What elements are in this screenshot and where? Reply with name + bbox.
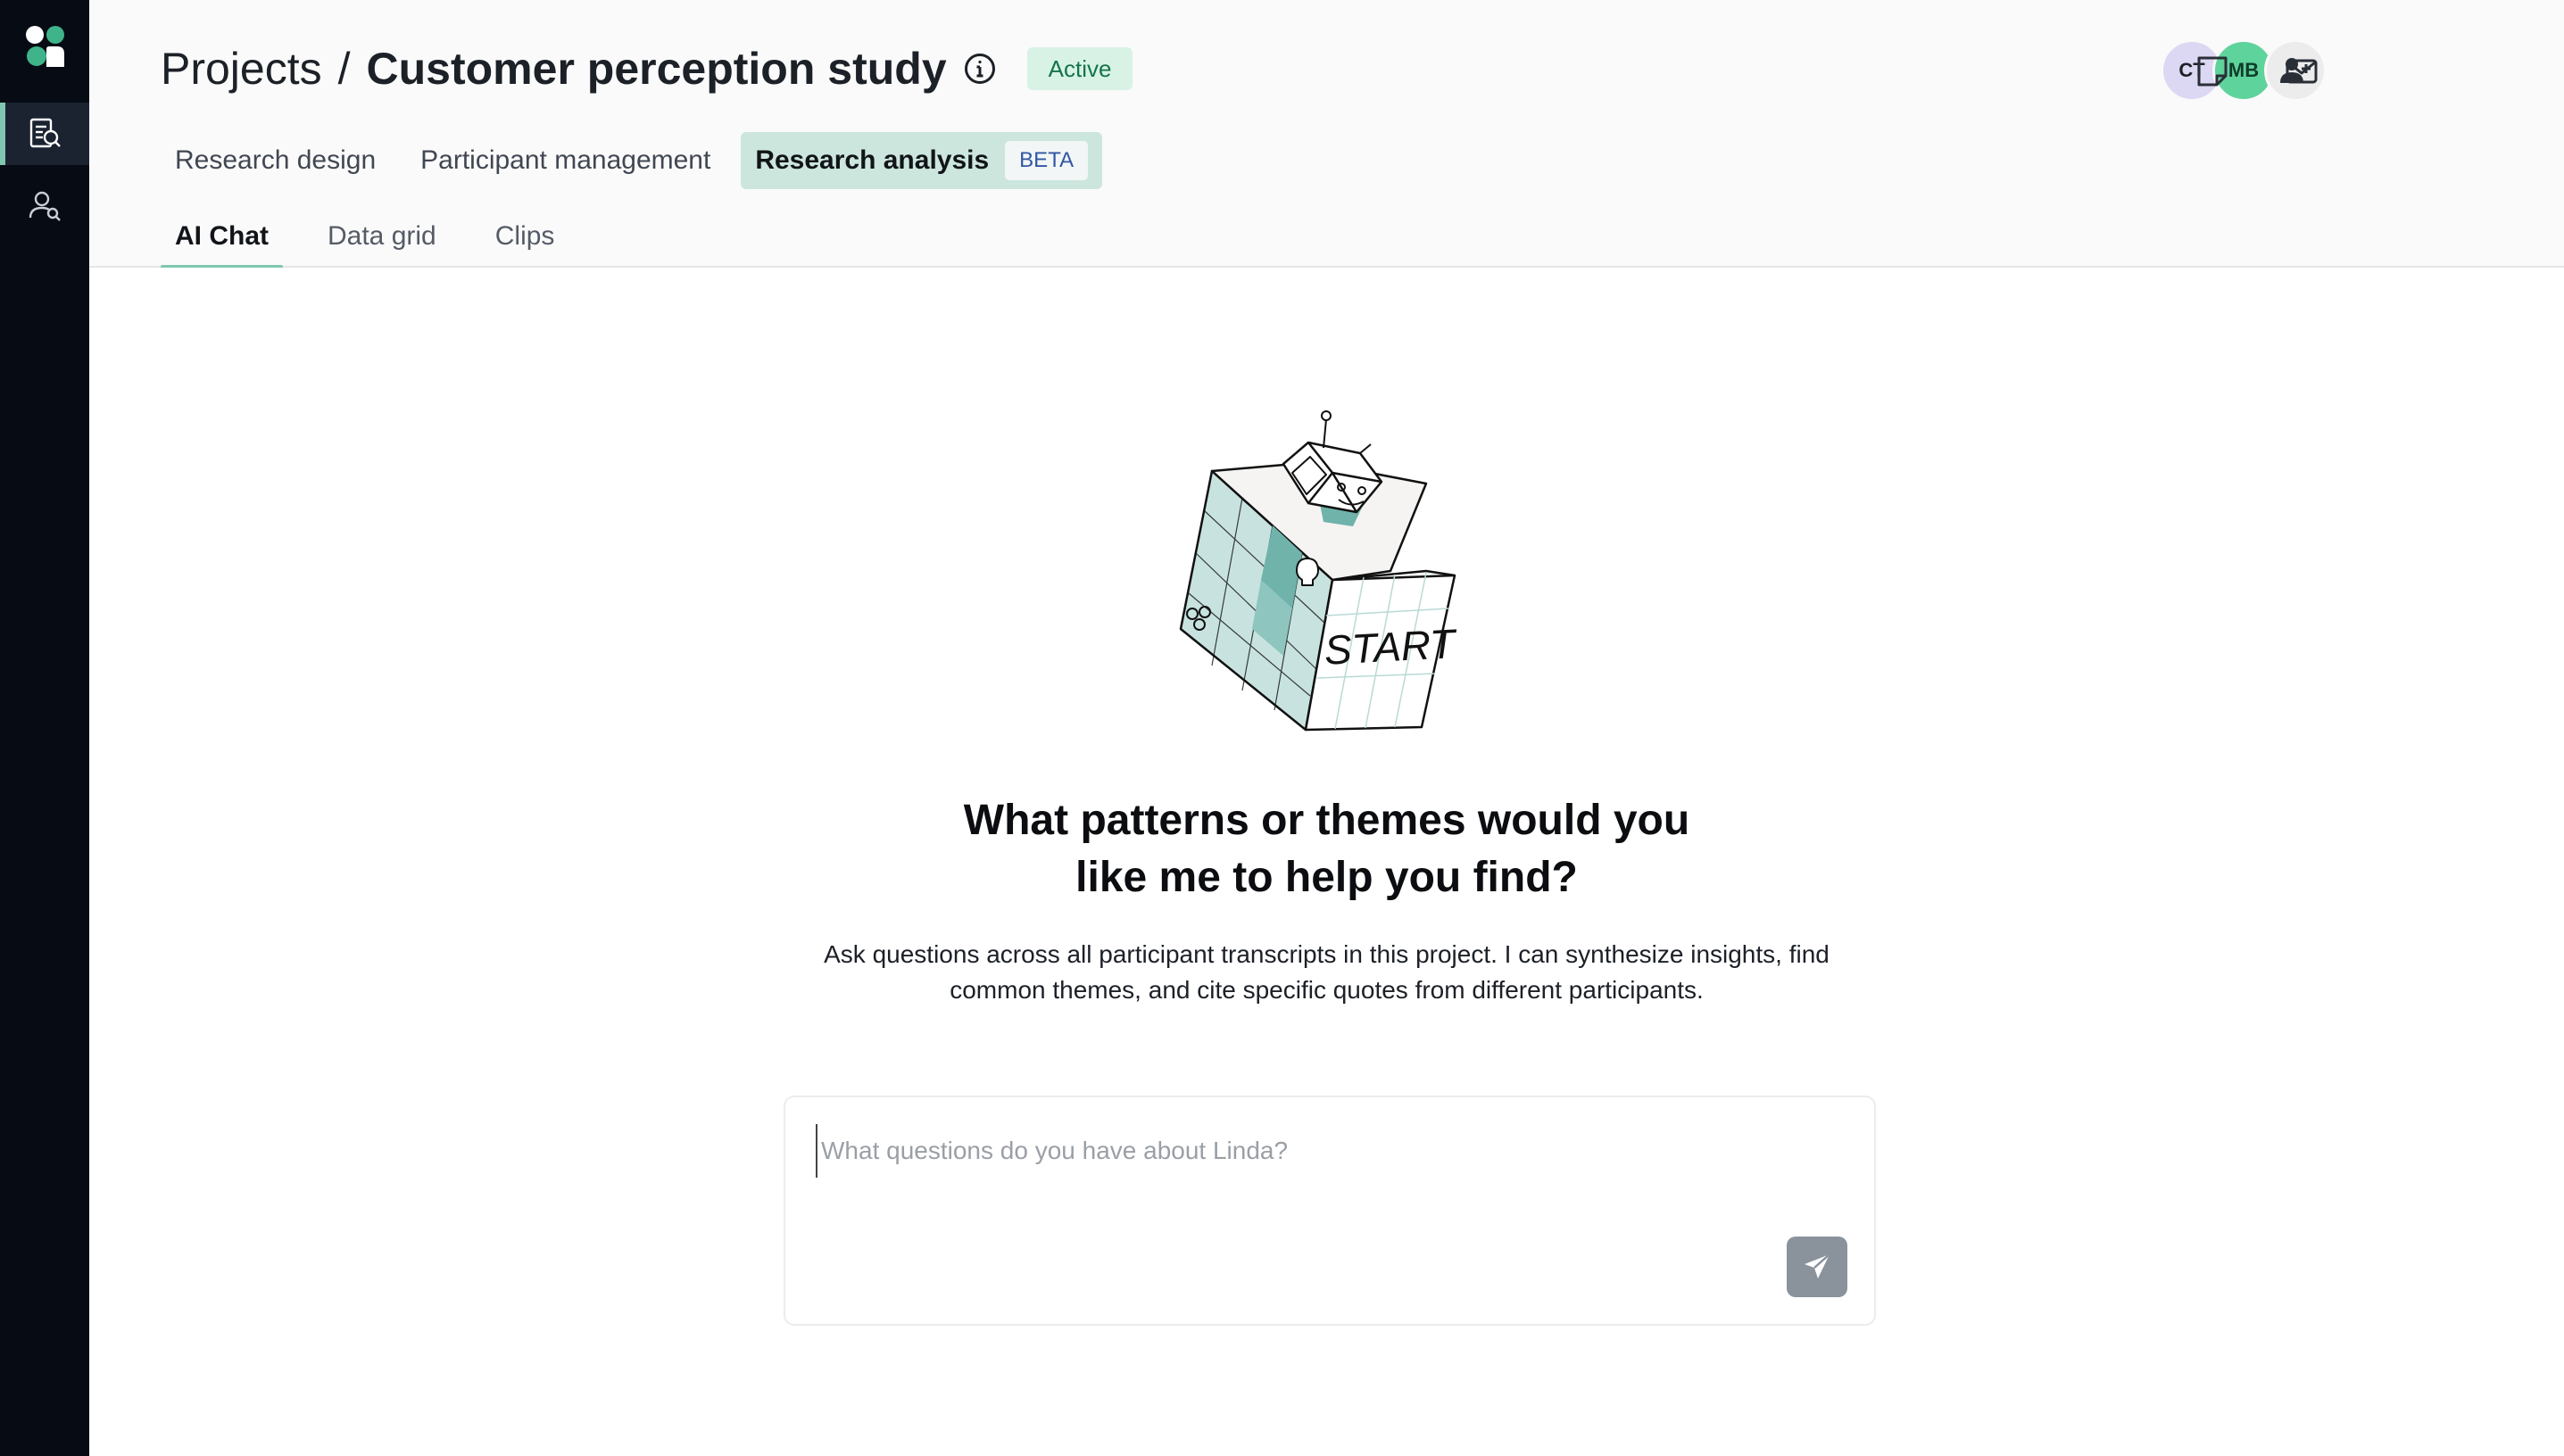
left-rail (0, 0, 89, 1456)
chat-empty-description: Ask questions across all participant tra… (89, 937, 2564, 1008)
chat-input[interactable] (816, 1124, 1762, 1178)
breadcrumb-projects-link[interactable]: Projects (161, 43, 322, 95)
chat-description-line: common themes, and cite specific quotes … (950, 976, 1704, 1004)
breadcrumb-separator: / (337, 44, 351, 94)
messages-button[interactable] (2280, 50, 2323, 93)
send-button[interactable] (1787, 1237, 1847, 1297)
status-badge: Active (1026, 47, 1133, 90)
tab-label: Research design (175, 145, 377, 175)
rail-item-research[interactable] (0, 103, 89, 165)
analysis-sub-tabs: AI Chat Data grid Clips (161, 221, 599, 269)
rail-item-participants[interactable] (0, 174, 89, 236)
chat-description-line: Ask questions across all participant tra… (824, 940, 1830, 968)
mail-icon (2286, 59, 2318, 84)
breadcrumb: Projects / Customer perception study Act… (161, 41, 1133, 96)
research-doc-icon (29, 118, 61, 148)
beta-badge: BETA (1005, 141, 1089, 180)
tab-ai-chat[interactable]: AI Chat (161, 221, 283, 269)
chat-empty-heading: What patterns or themes would you like m… (89, 792, 2564, 906)
tab-clips[interactable]: Clips (481, 221, 569, 268)
chat-heading-line: What patterns or themes would you (963, 797, 1690, 844)
chat-heading-line: like me to help you find? (1075, 854, 1578, 901)
robot-cube-illustration: START (1179, 410, 1459, 732)
notes-button[interactable] (2191, 50, 2234, 93)
chat-composer (784, 1096, 1876, 1326)
tab-label: Data grid (328, 221, 436, 251)
tab-data-grid[interactable]: Data grid (313, 221, 451, 268)
section-tabs: Research design Participant management R… (161, 132, 1118, 189)
tab-participant-management[interactable]: Participant management (406, 132, 725, 189)
app-window: Projects / Customer perception study Act… (0, 0, 2564, 1456)
ai-chat-panel: START What patterns or themes would you … (89, 268, 2564, 1456)
cube-start-label: START (1323, 620, 1459, 674)
page-header: Projects / Customer perception study Act… (89, 0, 2564, 269)
tab-label: AI Chat (175, 221, 269, 251)
tab-label: Clips (494, 221, 555, 251)
tab-research-design[interactable]: Research design (161, 132, 390, 189)
send-icon (1805, 1253, 1830, 1278)
info-icon[interactable] (963, 52, 997, 86)
participants-icon (29, 191, 61, 221)
tab-label: Participant management (420, 145, 711, 175)
notes-icon (2197, 56, 2228, 87)
tab-research-analysis[interactable]: Research analysis BETA (741, 132, 1103, 189)
logo-icon[interactable] (25, 25, 66, 68)
tab-label: Research analysis (755, 145, 990, 175)
page-title: Customer perception study (366, 44, 947, 94)
